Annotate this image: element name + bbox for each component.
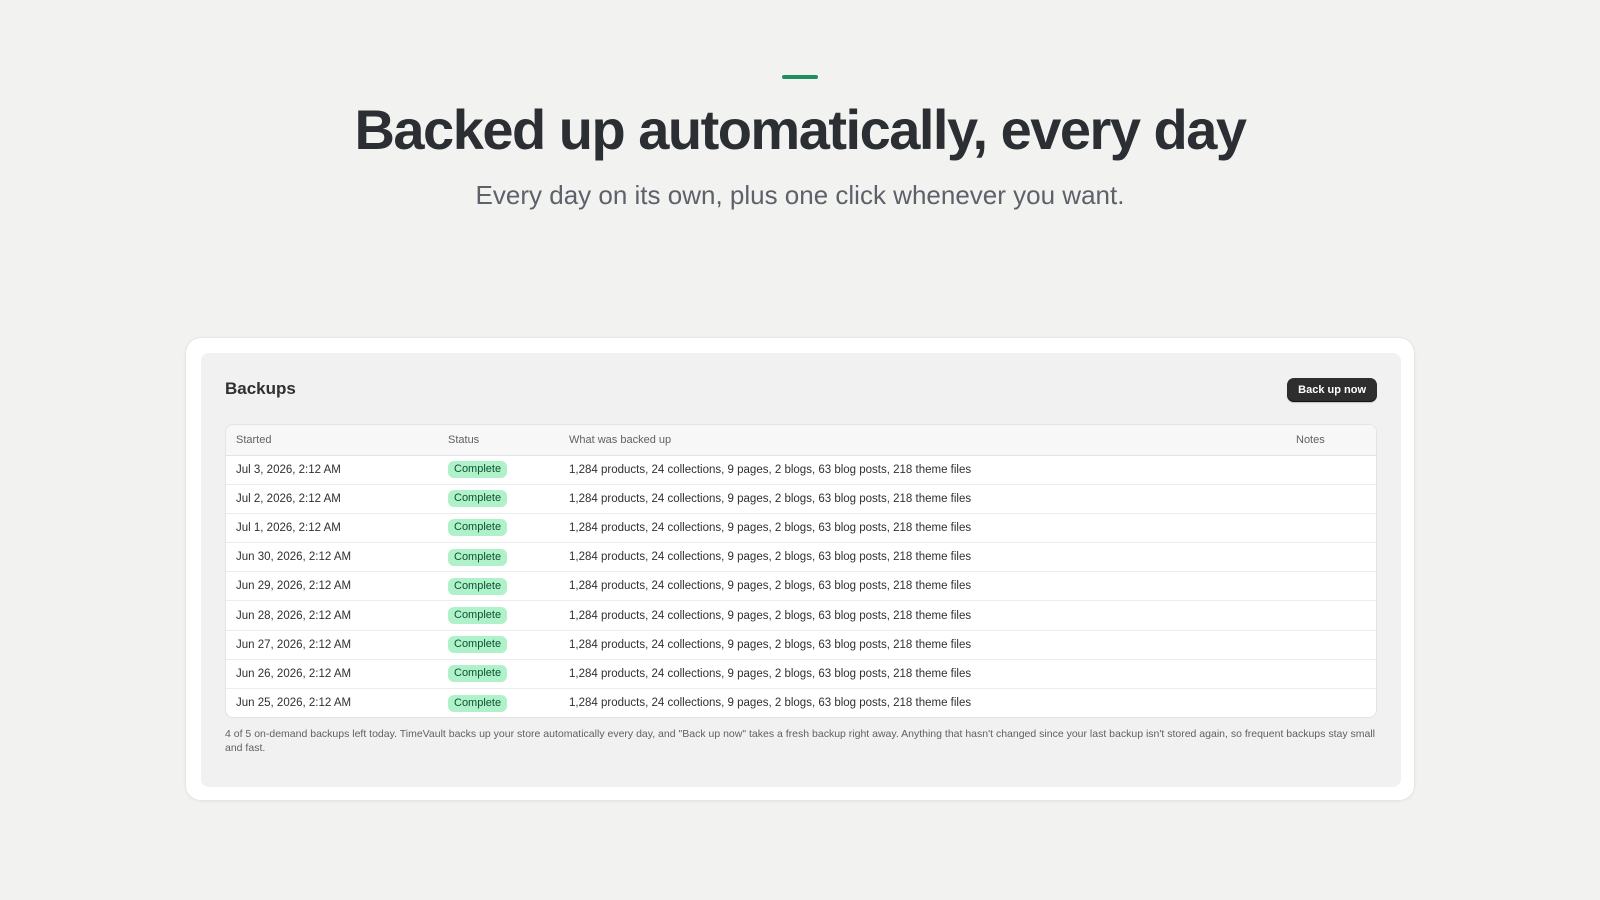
cell-what-backed-up: 1,284 products, 24 collections, 9 pages,… bbox=[569, 513, 1296, 544]
cell-started: Jul 2, 2026, 2:12 AM bbox=[226, 484, 448, 514]
cell-status: Complete bbox=[448, 513, 569, 544]
table-header-row: Started Status What was backed up Notes bbox=[226, 425, 1376, 456]
cell-what-backed-up: 1,284 products, 24 collections, 9 pages,… bbox=[569, 542, 1296, 573]
cell-notes bbox=[1296, 455, 1376, 485]
table-row[interactable]: Jun 26, 2026, 2:12 AM Complete 1,284 produ… bbox=[226, 659, 1376, 690]
back-up-now-button[interactable]: Back up now bbox=[1287, 378, 1377, 402]
status-badge: Complete bbox=[448, 519, 508, 537]
cell-status: Complete bbox=[448, 542, 569, 573]
page-subheadline: Every day on its own, plus one click whe… bbox=[475, 180, 1125, 210]
cell-started: Jul 1, 2026, 2:12 AM bbox=[226, 513, 448, 544]
status-badge: Complete bbox=[448, 548, 508, 566]
table-body: Jul 3, 2026, 2:12 AM Complete 1,284 produc… bbox=[226, 455, 1376, 718]
table-row[interactable]: Jul 2, 2026, 2:12 AM Complete 1,284 produc… bbox=[226, 484, 1376, 514]
cell-started: Jun 27, 2026, 2:12 AM bbox=[226, 630, 448, 660]
table-row[interactable]: Jun 28, 2026, 2:12 AM Complete 1,284 produ… bbox=[226, 600, 1376, 631]
cell-notes bbox=[1296, 513, 1376, 544]
cell-status: Complete bbox=[448, 689, 569, 718]
cell-what-backed-up: 1,284 products, 24 collections, 9 pages,… bbox=[569, 571, 1296, 602]
column-header-status: Status bbox=[448, 425, 569, 456]
page-headline: Backed up automatically, every day bbox=[354, 98, 1247, 161]
cell-what-backed-up: 1,284 products, 24 collections, 9 pages,… bbox=[569, 484, 1296, 514]
cell-status: Complete bbox=[448, 659, 569, 690]
table-row[interactable]: Jul 1, 2026, 2:12 AM Complete 1,284 produc… bbox=[226, 513, 1376, 544]
cell-status: Complete bbox=[448, 571, 569, 602]
table-row[interactable]: Jun 27, 2026, 2:12 AM Complete 1,284 produ… bbox=[226, 630, 1376, 660]
cell-started: Jul 3, 2026, 2:12 AM bbox=[226, 455, 448, 485]
cell-status: Complete bbox=[448, 455, 569, 485]
cell-what-backed-up: 1,284 products, 24 collections, 9 pages,… bbox=[569, 630, 1296, 660]
cell-notes bbox=[1296, 689, 1376, 718]
cell-notes bbox=[1296, 484, 1376, 514]
cell-status: Complete bbox=[448, 600, 569, 631]
cell-what-backed-up: 1,284 products, 24 collections, 9 pages,… bbox=[569, 600, 1296, 631]
backups-card: Backups Back up now Started Status What … bbox=[201, 353, 1401, 787]
cell-status: Complete bbox=[448, 484, 569, 514]
cell-started: Jun 29, 2026, 2:12 AM bbox=[226, 571, 448, 602]
cell-started: Jun 26, 2026, 2:12 AM bbox=[226, 659, 448, 690]
accent-bar bbox=[782, 75, 818, 79]
backups-table: Started Status What was backed up Notes … bbox=[225, 424, 1377, 718]
table-row[interactable]: Jun 29, 2026, 2:12 AM Complete 1,284 produ… bbox=[226, 571, 1376, 602]
status-badge: Complete bbox=[448, 461, 508, 479]
cell-started: Jun 28, 2026, 2:12 AM bbox=[226, 600, 448, 631]
cell-what-backed-up: 1,284 products, 24 collections, 9 pages,… bbox=[569, 659, 1296, 690]
cell-started: Jun 25, 2026, 2:12 AM bbox=[236, 697, 352, 710]
backups-card-frame: Backups Back up now Started Status What … bbox=[185, 337, 1415, 801]
cell-what-backed-up: 1,284 products, 24 collections, 9 pages,… bbox=[569, 697, 972, 710]
cell-notes bbox=[1296, 542, 1376, 573]
cell-started: Jun 30, 2026, 2:12 AM bbox=[226, 542, 448, 573]
footnote: 4 of 5 on-demand backups left today. Tim… bbox=[225, 728, 1375, 754]
cell-notes bbox=[1296, 630, 1376, 660]
cell-notes bbox=[1296, 571, 1376, 602]
cell-what-backed-up: 1,284 products, 24 collections, 9 pages,… bbox=[569, 455, 1296, 485]
column-header-started: Started bbox=[226, 425, 448, 456]
card-title: Backups bbox=[225, 379, 296, 398]
table-row[interactable]: Jul 3, 2026, 2:12 AM Complete 1,284 produc… bbox=[226, 455, 1376, 485]
column-header-what: What was backed up bbox=[569, 425, 1296, 456]
table-row[interactable]: Jun 25, 2026, 2:12 AM Complete 1,284 produ… bbox=[226, 689, 1376, 718]
column-header-notes: Notes bbox=[1296, 425, 1376, 456]
status-badge: Complete bbox=[448, 665, 508, 683]
cell-notes bbox=[1296, 659, 1376, 690]
status-badge: Complete bbox=[448, 694, 508, 712]
table-row[interactable]: Jun 30, 2026, 2:12 AM Complete 1,284 produ… bbox=[226, 542, 1376, 573]
status-badge: Complete bbox=[448, 577, 508, 595]
cell-status: Complete bbox=[448, 630, 569, 660]
status-badge: Complete bbox=[448, 636, 508, 654]
status-badge: Complete bbox=[448, 607, 508, 625]
status-badge: Complete bbox=[448, 490, 508, 508]
cell-notes bbox=[1296, 600, 1376, 631]
